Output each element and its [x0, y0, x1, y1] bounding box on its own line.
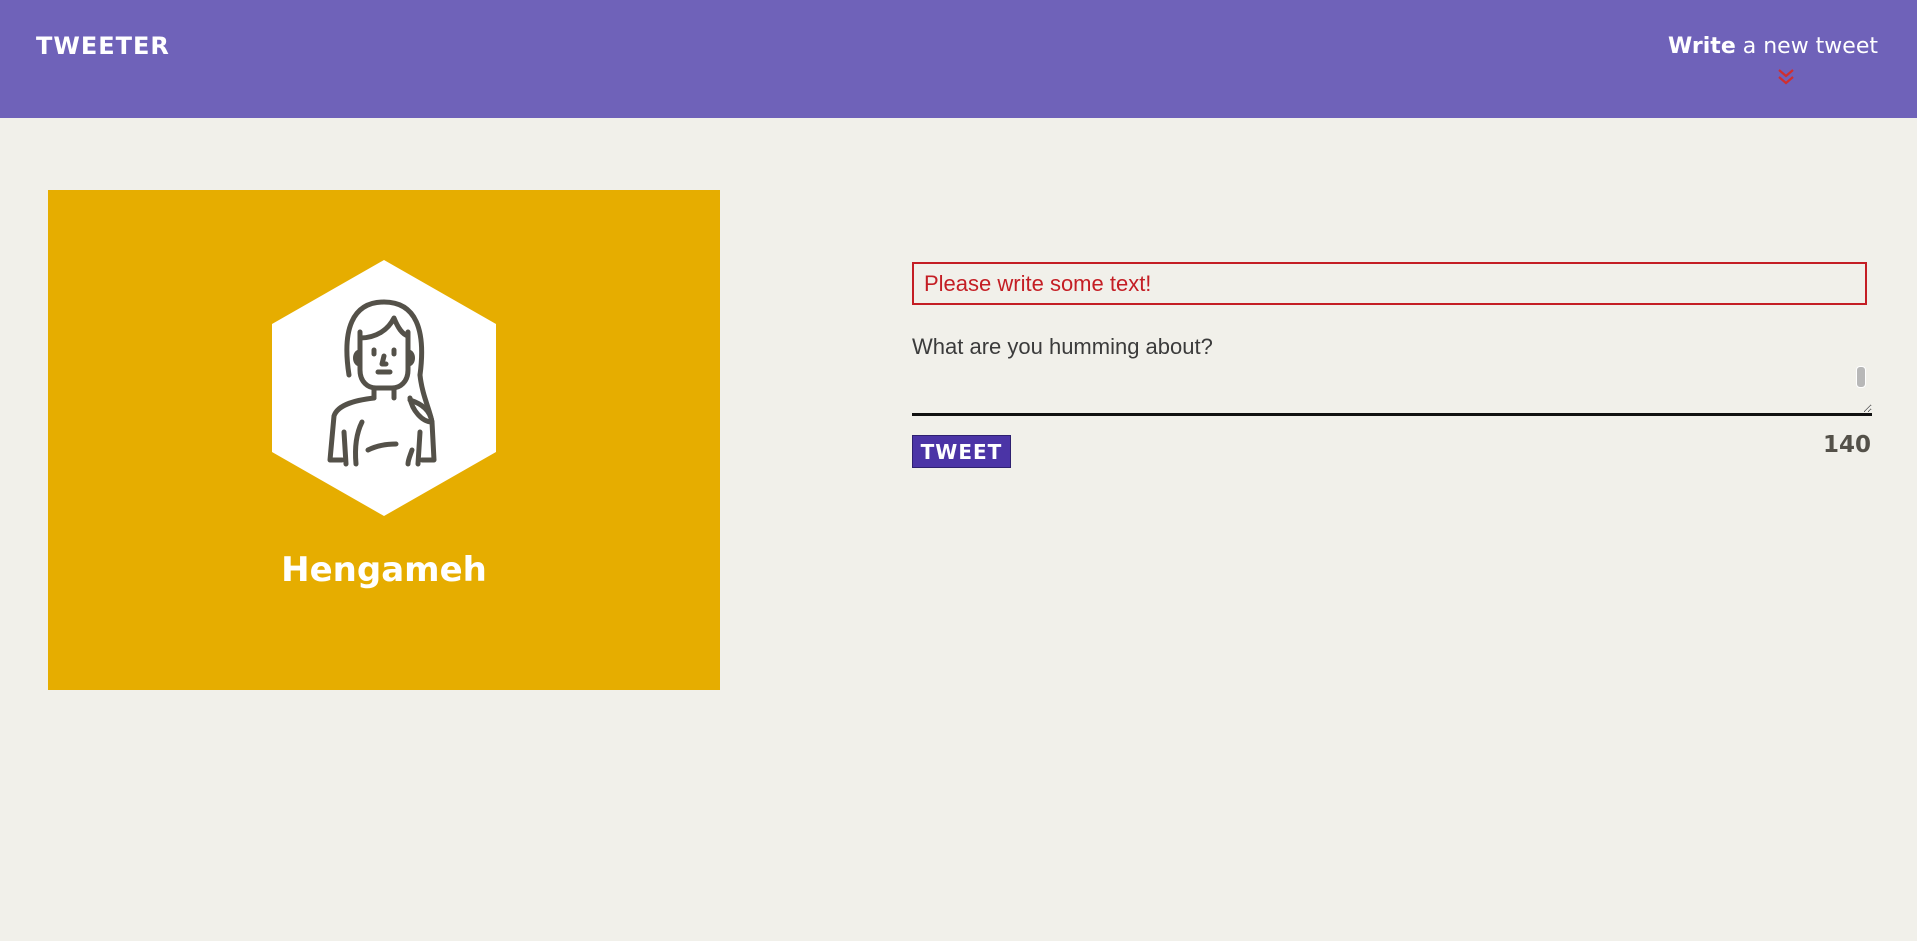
compose-toggle-rest: a new tweet — [1735, 34, 1878, 59]
double-chevron-down-icon[interactable] — [1776, 66, 1796, 88]
compose-toggle-strong: Write — [1668, 34, 1736, 59]
tweet-textarea[interactable] — [912, 330, 1872, 416]
brand-logo[interactable]: TWEETER — [36, 32, 170, 60]
profile-card: Hengameh — [48, 190, 720, 690]
tweet-button[interactable]: TWEET — [912, 435, 1011, 468]
tweet-textarea-wrapper — [912, 330, 1872, 418]
profile-name: Hengameh — [281, 550, 487, 590]
write-new-tweet-toggle[interactable]: Write a new tweet — [1668, 34, 1878, 59]
woman-avatar-icon — [272, 260, 496, 516]
error-message: Please write some text! — [912, 262, 1867, 305]
top-navbar: TWEETER Write a new tweet — [0, 0, 1917, 118]
textarea-scrollbar[interactable] — [1856, 366, 1866, 388]
character-counter: 140 — [1822, 432, 1871, 458]
